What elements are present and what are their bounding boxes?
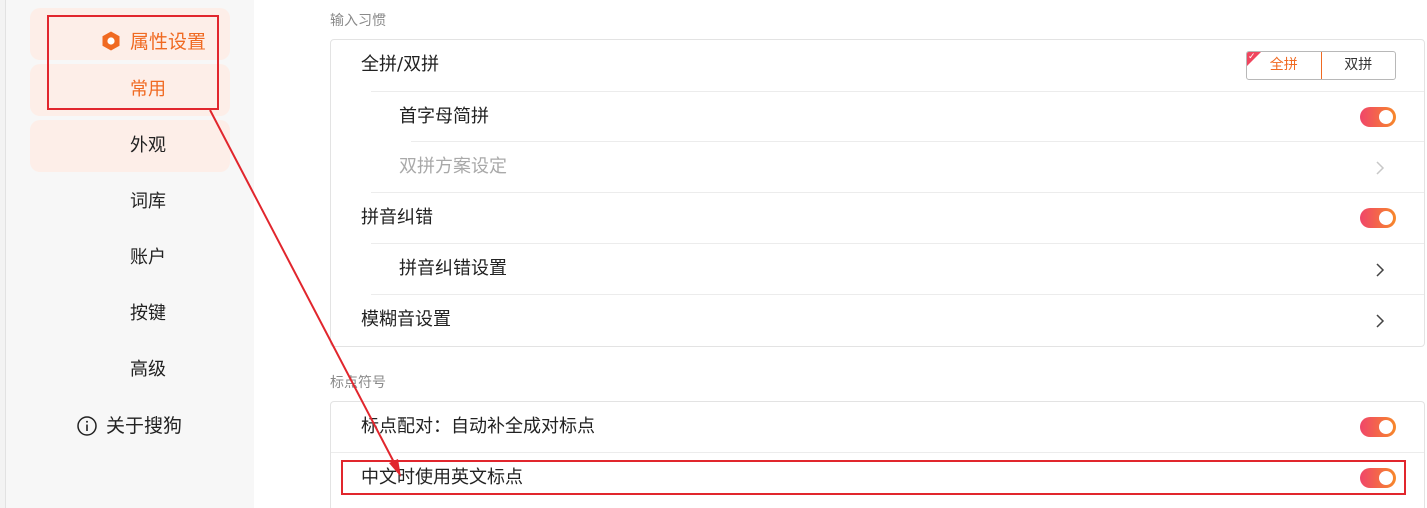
pinyin-mode-segmented: ✓ 全拼 双拼 (1246, 51, 1396, 80)
row-label: 拼音纠错 (361, 207, 433, 228)
row-pinyin-correction-settings[interactable]: 拼音纠错设置 (371, 244, 1424, 295)
punctuation-pairing-toggle[interactable] (1360, 417, 1396, 437)
row-label: 全拼/双拼 (361, 54, 440, 75)
toggle-knob (1379, 211, 1393, 225)
row-label: 标点配对：自动补全成对标点 (361, 416, 595, 437)
row-initial-abbrev: 首字母简拼 (371, 91, 1424, 142)
segment-double-pinyin[interactable]: 双拼 (1322, 52, 1396, 79)
info-circle-icon (77, 416, 97, 436)
section-title-punctuation: 标点符号 (330, 375, 386, 391)
annotation-box-sidebar (47, 15, 219, 110)
row-double-pinyin-scheme[interactable]: 双拼方案设定 (371, 142, 1424, 193)
row-punctuation-pairing: 标点配对：自动补全成对标点 (331, 402, 1424, 453)
input-habits-panel: 全拼/双拼 ✓ 全拼 双拼 首字母简拼 双拼方案设定 拼音纠错 拼音纠错设置 模… (330, 39, 1425, 347)
sidebar-item-label: 账户 (130, 247, 166, 268)
row-full-double-pinyin: 全拼/双拼 ✓ 全拼 双拼 (331, 40, 1424, 91)
row-label: 拼音纠错设置 (399, 258, 507, 279)
pinyin-correction-toggle[interactable] (1360, 208, 1396, 228)
initial-abbrev-toggle[interactable] (1360, 107, 1396, 127)
chevron-right-icon (1376, 161, 1385, 175)
segment-label: 全拼 (1269, 57, 1298, 73)
toggle-knob (1379, 420, 1393, 434)
sidebar-item-advanced[interactable]: 高级 (30, 344, 230, 396)
chevron-right-icon (1376, 314, 1385, 328)
sidebar-item-about[interactable]: 关于搜狗 (6, 400, 254, 452)
row-pinyin-correction: 拼音纠错 (331, 193, 1424, 244)
row-label: 模糊音设置 (361, 309, 451, 330)
settings-window: 属性设置 常用 外观 词库 账户 按键 高级 关于搜狗 输入习惯 全拼/双拼 ✓… (0, 0, 1427, 508)
annotation-box-english-punctuation (341, 460, 1406, 495)
segment-full-pinyin[interactable]: ✓ 全拼 (1247, 52, 1322, 79)
chevron-right-icon (1376, 263, 1385, 277)
row-label: 双拼方案设定 (399, 156, 507, 177)
toggle-knob (1379, 110, 1393, 124)
row-label: 首字母简拼 (399, 106, 489, 127)
check-icon: ✓ (1248, 52, 1256, 62)
sidebar-item-label: 关于搜狗 (106, 415, 183, 437)
segment-label: 双拼 (1344, 57, 1373, 73)
sidebar-item-label: 外观 (130, 135, 166, 156)
sidebar-item-label: 词库 (130, 191, 166, 212)
sidebar-item-lexicon[interactable]: 词库 (30, 176, 230, 228)
sidebar-item-appearance[interactable]: 外观 (30, 120, 230, 172)
sidebar-item-label: 按键 (130, 303, 166, 324)
row-fuzzy-sound-settings[interactable]: 模糊音设置 (331, 295, 1424, 346)
sidebar-item-account[interactable]: 账户 (30, 232, 230, 284)
section-title-input-habits: 输入习惯 (330, 13, 386, 29)
sidebar-item-label: 高级 (130, 359, 166, 380)
sidebar-item-keys[interactable]: 按键 (30, 288, 230, 340)
